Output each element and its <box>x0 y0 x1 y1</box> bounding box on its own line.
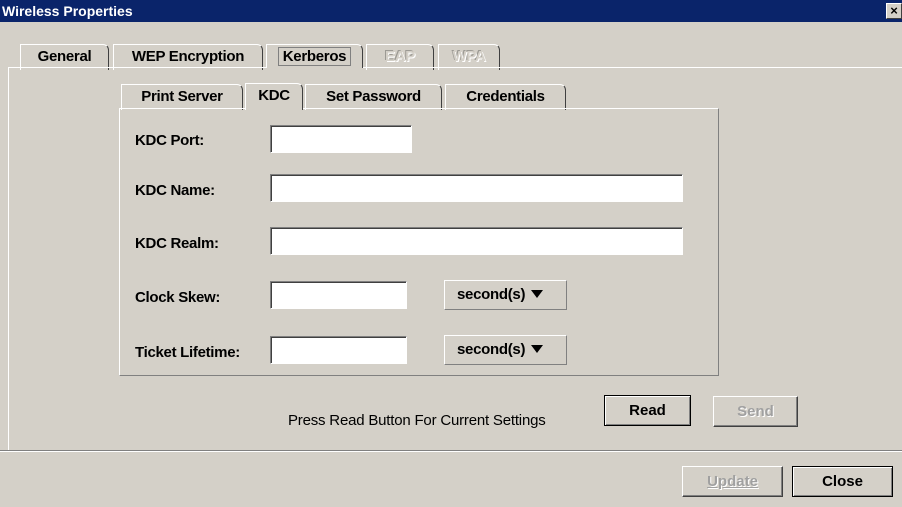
read-hint-text: Press Read Button For Current Settings <box>288 412 546 429</box>
chevron-down-icon <box>531 290 544 299</box>
footer-divider <box>0 450 902 452</box>
tab-kdc[interactable]: KDC <box>245 83 303 110</box>
tab-set-password[interactable]: Set Password <box>305 84 442 110</box>
tab-credentials[interactable]: Credentials <box>445 84 566 110</box>
kdc-realm-label: KDC Realm: <box>135 235 219 252</box>
tab-label: Credentials <box>466 88 545 105</box>
ticket-lifetime-input[interactable] <box>270 336 407 364</box>
tab-label: WPA <box>452 48 486 65</box>
window-title: Wireless Properties <box>2 3 133 19</box>
ticket-lifetime-label: Ticket Lifetime: <box>135 344 240 361</box>
clock-skew-input[interactable] <box>270 281 407 309</box>
close-icon[interactable]: × <box>886 3 902 19</box>
kdc-name-label: KDC Name: <box>135 182 215 199</box>
title-bar: Wireless Properties × <box>0 0 902 22</box>
tab-print-server[interactable]: Print Server <box>121 84 243 110</box>
kdc-realm-input[interactable] <box>270 227 683 255</box>
tab-label: WEP Encryption <box>131 48 245 65</box>
chevron-down-icon <box>531 345 544 354</box>
tab-label: General <box>37 48 92 65</box>
clock-skew-label: Clock Skew: <box>135 289 221 306</box>
clock-skew-unit-value: second(s) <box>457 286 526 303</box>
read-button[interactable]: Read <box>604 395 691 426</box>
clock-skew-unit-select[interactable]: second(s) <box>444 280 567 310</box>
ticket-lifetime-unit-select[interactable]: second(s) <box>444 335 567 365</box>
kdc-port-label: KDC Port: <box>135 132 204 149</box>
tab-label: Kerberos <box>277 47 352 66</box>
update-label: Update <box>707 473 758 490</box>
tab-label: Print Server <box>141 88 223 105</box>
kdc-name-input[interactable] <box>270 174 683 202</box>
ticket-lifetime-unit-value: second(s) <box>457 341 526 358</box>
close-button[interactable]: Close <box>792 466 893 497</box>
tab-label: KDC <box>258 87 290 104</box>
tab-kerberos[interactable]: Kerberos <box>266 44 363 68</box>
send-button: Send <box>713 396 798 427</box>
update-button: Update <box>682 466 783 497</box>
kdc-port-input[interactable] <box>270 125 412 153</box>
tab-label: EAP <box>385 48 415 65</box>
tab-label: Set Password <box>326 88 421 105</box>
